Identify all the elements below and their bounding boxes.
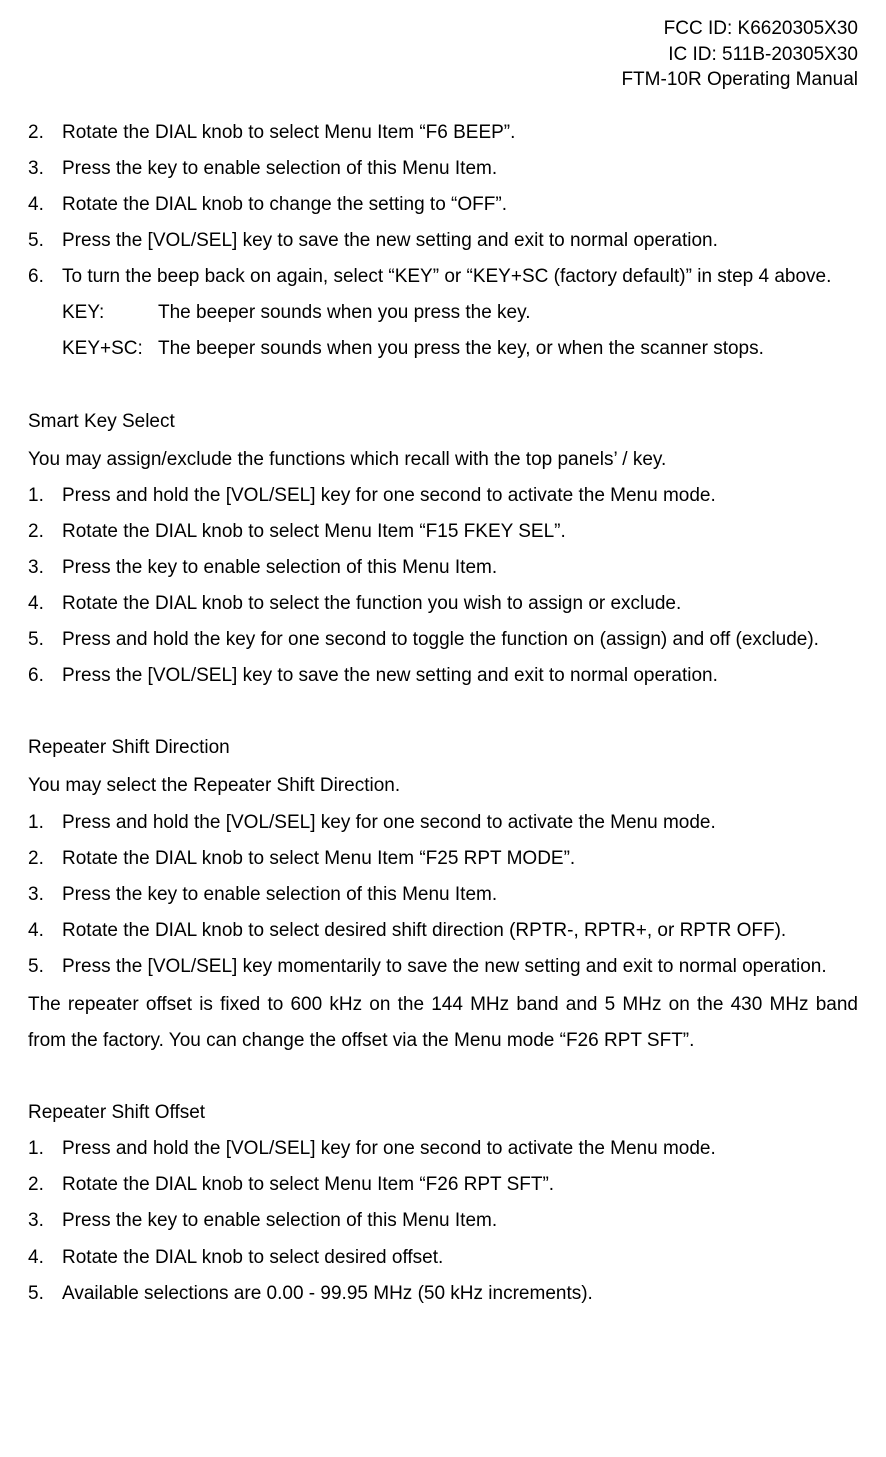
fcc-id-line: FCC ID: K6620305X30 (28, 16, 858, 42)
definition-label: KEY+SC: (62, 331, 158, 367)
ic-id-line: IC ID: 511B-20305X30 (28, 42, 858, 68)
list-item: 5. Press the [VOL/SEL] key momentarily t… (28, 949, 858, 985)
item-text: Press the [VOL/SEL] key to save the new … (62, 658, 858, 694)
section-repeater-shift-direction: Repeater Shift Direction You may select … (28, 730, 858, 1059)
item-number: 4. (28, 187, 62, 223)
section-heading: Repeater Shift Offset (28, 1095, 858, 1131)
item-number: 6. (28, 658, 62, 694)
manual-title-line: FTM-10R Operating Manual (28, 67, 858, 93)
definition-row: KEY: The beeper sounds when you press th… (62, 295, 858, 331)
item-number: 1. (28, 1131, 62, 1167)
item-text: Press the key to enable selection of thi… (62, 1203, 858, 1239)
list-item: 5. Press and hold the key for one second… (28, 622, 858, 658)
spacer (28, 1059, 858, 1077)
list-item: 4. Rotate the DIAL knob to select desire… (28, 913, 858, 949)
item-text: Rotate the DIAL knob to select the funct… (62, 586, 858, 622)
list-item: 5. Available selections are 0.00 - 99.95… (28, 1276, 858, 1312)
item-number: 5. (28, 622, 62, 658)
section-intro: You may assign/exclude the functions whi… (28, 442, 858, 478)
item-text: Press the key to enable selection of thi… (62, 151, 858, 187)
list-item: 1. Press and hold the [VOL/SEL] key for … (28, 478, 858, 514)
list-item: 2. Rotate the DIAL knob to select Menu I… (28, 115, 858, 151)
item-number: 2. (28, 841, 62, 877)
item-number: 2. (28, 1167, 62, 1203)
section-heading: Repeater Shift Direction (28, 730, 858, 766)
list-item: 2. Rotate the DIAL knob to select Menu I… (28, 514, 858, 550)
item-number: 4. (28, 586, 62, 622)
list-item: 6. Press the [VOL/SEL] key to save the n… (28, 658, 858, 694)
section-note: The repeater offset is fixed to 600 kHz … (28, 987, 858, 1059)
item-text: Press and hold the key for one second to… (62, 622, 858, 658)
item-text: Press and hold the [VOL/SEL] key for one… (62, 1131, 858, 1167)
list-item: 1. Press and hold the [VOL/SEL] key for … (28, 1131, 858, 1167)
document-page: FCC ID: K6620305X30 IC ID: 511B-20305X30… (0, 0, 886, 1457)
document-header: FCC ID: K6620305X30 IC ID: 511B-20305X30… (28, 16, 858, 93)
item-number: 1. (28, 805, 62, 841)
list-item: 4. Rotate the DIAL knob to change the se… (28, 187, 858, 223)
definition-row: KEY+SC: The beeper sounds when you press… (62, 331, 858, 367)
numbered-list: 1. Press and hold the [VOL/SEL] key for … (28, 805, 858, 985)
list-item: 2. Rotate the DIAL knob to select Menu I… (28, 1167, 858, 1203)
item-number: 3. (28, 1203, 62, 1239)
section-beep-continued: 2. Rotate the DIAL knob to select Menu I… (28, 115, 858, 368)
item-text: Rotate the DIAL knob to change the setti… (62, 187, 858, 223)
item-number: 2. (28, 115, 62, 151)
numbered-list: 1. Press and hold the [VOL/SEL] key for … (28, 478, 858, 695)
item-number: 5. (28, 1276, 62, 1312)
spacer (28, 694, 858, 712)
item-text: Rotate the DIAL knob to select desired o… (62, 1240, 858, 1276)
item-number: 3. (28, 151, 62, 187)
list-item: 3. Press the key to enable selection of … (28, 550, 858, 586)
section-repeater-shift-offset: Repeater Shift Offset 1. Press and hold … (28, 1095, 858, 1312)
item-text: Press the [VOL/SEL] key momentarily to s… (62, 949, 858, 985)
section-intro: You may select the Repeater Shift Direct… (28, 768, 858, 804)
item-text: Press the key to enable selection of thi… (62, 550, 858, 586)
list-item: 3. Press the key to enable selection of … (28, 1203, 858, 1239)
item-number: 1. (28, 478, 62, 514)
item-number: 5. (28, 223, 62, 259)
item-text: To turn the beep back on again, select “… (62, 259, 858, 295)
list-item: 2. Rotate the DIAL knob to select Menu I… (28, 841, 858, 877)
item-text: Available selections are 0.00 - 99.95 MH… (62, 1276, 858, 1312)
definition-list: KEY: The beeper sounds when you press th… (62, 295, 858, 367)
item-number: 4. (28, 913, 62, 949)
item-number: 6. (28, 259, 62, 295)
list-item: 4. Rotate the DIAL knob to select the fu… (28, 586, 858, 622)
item-number: 3. (28, 550, 62, 586)
item-text: Press and hold the [VOL/SEL] key for one… (62, 805, 858, 841)
item-text: Rotate the DIAL knob to select Menu Item… (62, 1167, 858, 1203)
list-item: 3. Press the key to enable selection of … (28, 877, 858, 913)
item-text: Press and hold the [VOL/SEL] key for one… (62, 478, 858, 514)
item-number: 3. (28, 877, 62, 913)
definition-label: KEY: (62, 295, 158, 331)
item-text: Rotate the DIAL knob to select Menu Item… (62, 841, 858, 877)
item-number: 4. (28, 1240, 62, 1276)
item-number: 5. (28, 949, 62, 985)
section-smart-key-select: Smart Key Select You may assign/exclude … (28, 404, 858, 695)
list-item: 5. Press the [VOL/SEL] key to save the n… (28, 223, 858, 259)
list-item: 3. Press the key to enable selection of … (28, 151, 858, 187)
item-text: Press the [VOL/SEL] key to save the new … (62, 223, 858, 259)
item-text: Rotate the DIAL knob to select desired s… (62, 913, 858, 949)
numbered-list: 1. Press and hold the [VOL/SEL] key for … (28, 1131, 858, 1311)
list-item: 6. To turn the beep back on again, selec… (28, 259, 858, 295)
spacer (28, 368, 858, 386)
item-text: Rotate the DIAL knob to select Menu Item… (62, 514, 858, 550)
definition-text: The beeper sounds when you press the key… (158, 331, 764, 367)
numbered-list: 2. Rotate the DIAL knob to select Menu I… (28, 115, 858, 295)
definition-text: The beeper sounds when you press the key… (158, 295, 531, 331)
item-text: Rotate the DIAL knob to select Menu Item… (62, 115, 858, 151)
section-heading: Smart Key Select (28, 404, 858, 440)
item-number: 2. (28, 514, 62, 550)
list-item: 1. Press and hold the [VOL/SEL] key for … (28, 805, 858, 841)
item-text: Press the key to enable selection of thi… (62, 877, 858, 913)
list-item: 4. Rotate the DIAL knob to select desire… (28, 1240, 858, 1276)
